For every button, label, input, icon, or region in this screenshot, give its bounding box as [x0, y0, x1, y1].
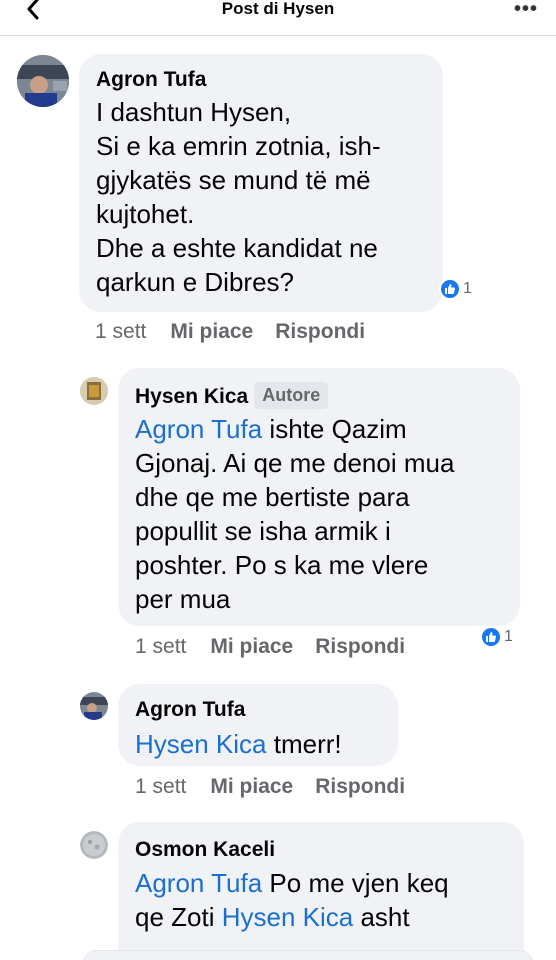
- comment-actions: 1 sett Mi piace Rispondi: [95, 320, 387, 344]
- reply-button[interactable]: Rispondi: [275, 320, 365, 343]
- mention-link[interactable]: Agron Tufa: [135, 868, 262, 898]
- mention-link[interactable]: Agron Tufa: [135, 414, 262, 444]
- timestamp[interactable]: 1 sett: [135, 775, 186, 798]
- avatar[interactable]: [80, 692, 108, 720]
- reaction-count[interactable]: 1: [439, 276, 472, 302]
- comment-author[interactable]: Agron Tufa: [135, 698, 245, 722]
- comment-actions: 1 sett Mi piace Rispondi: [135, 635, 427, 659]
- reply-button[interactable]: Rispondi: [315, 635, 405, 658]
- like-icon: [480, 626, 502, 648]
- comment-text: Agron Tufa Po me vjen keq qe Zoti Hysen …: [135, 868, 449, 932]
- mention-link[interactable]: Hysen Kica: [135, 729, 267, 759]
- comment-text: Agron Tufa ishte Qazim Gjonaj. Ai qe me …: [135, 414, 455, 614]
- mention-link[interactable]: Hysen Kica: [222, 902, 354, 932]
- like-button[interactable]: Mi piace: [170, 320, 253, 343]
- comment-actions: 1 sett Mi piace Rispondi: [135, 775, 427, 799]
- like-button[interactable]: Mi piace: [210, 775, 293, 798]
- like-button[interactable]: Mi piace: [210, 635, 293, 658]
- avatar[interactable]: [17, 55, 69, 107]
- more-options-button[interactable]: •••: [514, 0, 538, 21]
- author-badge: Autore: [254, 382, 329, 409]
- comment-author: Hysen Kica Autore: [135, 382, 329, 409]
- timestamp[interactable]: 1 sett: [135, 635, 186, 658]
- reply-composer[interactable]: [82, 950, 534, 960]
- comment-text: Hysen Kica tmerr!: [135, 729, 342, 759]
- avatar[interactable]: [80, 377, 108, 405]
- page-title: Post di Hysen: [221, 0, 335, 18]
- comment-author[interactable]: Agron Tufa: [96, 68, 206, 92]
- avatar[interactable]: [80, 831, 108, 859]
- timestamp[interactable]: 1 sett: [95, 320, 146, 343]
- reply-button[interactable]: Rispondi: [315, 775, 405, 798]
- comment-text: I dashtun Hysen, Si e ka emrin zotnia, i…: [96, 97, 381, 297]
- top-bar: Post di Hysen •••: [0, 0, 556, 36]
- reaction-count[interactable]: 1: [480, 624, 513, 650]
- like-icon: [439, 278, 461, 300]
- comment-author[interactable]: Osmon Kaceli: [135, 838, 275, 862]
